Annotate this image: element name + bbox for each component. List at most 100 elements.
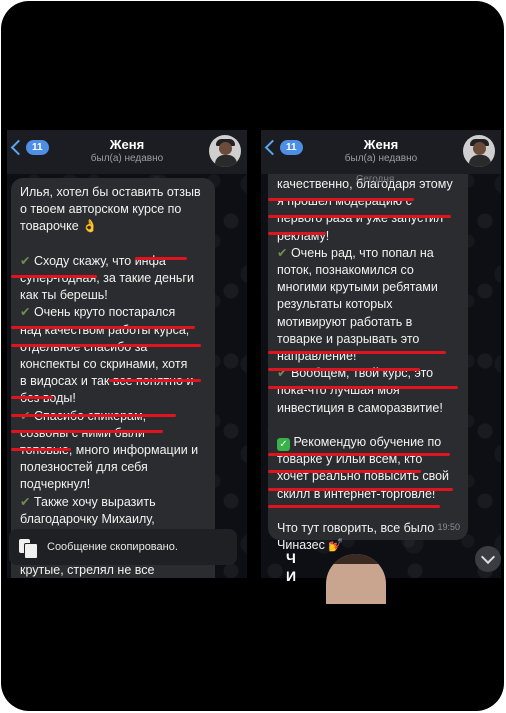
message-line: инвестиция в саморазвитие! (277, 400, 459, 417)
chat-header: 11 Женя был(а) недавно (7, 130, 247, 174)
message-text: Очень рад, что попал на (290, 245, 434, 260)
highlight-underline (268, 505, 440, 508)
message-text: Очень круто постарался (33, 305, 176, 320)
message-line: ✔ Также хочу выразить (20, 494, 206, 511)
message-line: первого раза и уже запустил (277, 210, 459, 227)
message-text: рекламу! (277, 228, 330, 243)
highlight-underline (268, 368, 420, 371)
message-line: ✔ Очень круто постарался (20, 304, 206, 321)
message-line: подчеркнул! (20, 476, 206, 493)
message-line: я прошел модерацию с (277, 193, 459, 210)
message-text: Илья, хотел бы оставить отзыв (20, 185, 201, 199)
highlight-underline (268, 488, 453, 491)
message-line: созвоны с ними были (20, 425, 206, 442)
message-text: я прошел модерацию с (277, 194, 412, 209)
message-time: 19:50 (437, 521, 460, 532)
highlight-underline (109, 379, 201, 382)
peek-line: Ч (286, 550, 296, 566)
check-icon: ✔ (20, 253, 34, 268)
screenshot-frame: 11 Женя был(а) недавно Илья, хотел бы ос… (1, 1, 504, 711)
message-line: отдельное спасибо за (20, 339, 206, 356)
check-icon: ✔ (20, 305, 34, 320)
message-line: поток, познакомился со (277, 262, 459, 279)
message-line: благодарочку Михаилу, (20, 511, 206, 528)
message-line: Илья, хотел бы оставить отзыв (20, 184, 206, 201)
date-label: Сегодня (356, 174, 395, 185)
avatar[interactable] (463, 135, 495, 167)
highlight-underline (135, 257, 187, 260)
message-text: Также хочу выразить (33, 494, 156, 509)
message-line: товарке и разрывать это (277, 331, 459, 348)
message-text: товарке и разрывать это (277, 331, 420, 346)
message-text: Что тут говорить, все было (277, 521, 435, 536)
message-line: Чиназес 💅 (277, 537, 459, 554)
message-line: как ты берешь! (20, 287, 206, 304)
highlight-underline (268, 351, 446, 354)
message-text: результаты которых (277, 297, 393, 312)
message-text (20, 237, 23, 251)
check-icon: ✔ (20, 494, 34, 509)
highlight-underline (268, 215, 451, 218)
message-text: Сходу скажу, что инфа (33, 253, 166, 268)
message-line: многими крутыми ребятами (277, 279, 459, 296)
chat-header: 11 Женя был(а) недавно (261, 130, 501, 174)
highlight-underline (268, 453, 450, 456)
message-text: о твоем авторском курсе по (20, 202, 182, 217)
message-text: Рекомендую обучение по (293, 435, 442, 450)
highlight-underline (11, 430, 163, 433)
message-text: полезностей для себя (20, 460, 148, 475)
message-text: благодарочку Михаилу, (20, 511, 155, 526)
check-icon: ✔ (277, 245, 291, 260)
message-text: как ты берешь! (20, 288, 108, 303)
message-line: над качеством работы курса, (20, 322, 206, 339)
message-line: товарочке 👌 (20, 218, 206, 235)
message-line: ✔ Очень рад, что попал на (277, 245, 459, 262)
message-line: полезностей для себя (20, 459, 206, 476)
message-text (277, 418, 280, 432)
message-line: Что тут говорить, все было (277, 520, 459, 537)
message-bubble[interactable]: Илья, хотел бы оставить отзыв о твоем авт… (11, 178, 215, 578)
next-photo-peek (326, 554, 386, 604)
message-line: без воды! (20, 390, 206, 407)
avatar[interactable] (209, 135, 241, 167)
message-line: рекламу! (277, 228, 459, 245)
message-line (277, 417, 459, 434)
message-text: над качеством работы курса, (20, 322, 190, 337)
message-text: многими крутыми ребятами (277, 280, 438, 295)
message-line: о твоем авторском курсе по (20, 201, 206, 218)
highlight-underline (11, 344, 201, 347)
message-text: подчеркнул! (20, 477, 91, 492)
message-text: супер-годная, за такие деньги (20, 271, 194, 286)
chevron-down-icon (480, 549, 496, 565)
message-line: ✔ Сходу скажу, что инфа (20, 253, 206, 270)
message-text: первого раза и уже запустил (277, 211, 444, 226)
message-text: конспекты со скринами, хотя (20, 357, 188, 372)
message-line (20, 236, 206, 253)
highlight-underline (11, 448, 71, 451)
highlight-underline (11, 414, 176, 417)
highlight-underline (11, 396, 53, 399)
copy-icon (19, 537, 39, 559)
highlight-underline (268, 386, 458, 389)
chat-panel-left: 11 Женя был(а) недавно Илья, хотел бы ос… (7, 130, 247, 578)
message-text: инвестиция в саморазвитие! (277, 400, 443, 415)
message-line: мотивируют работать в (277, 314, 459, 331)
highlight-underline (268, 470, 421, 473)
peek-line: И (286, 568, 297, 584)
toast-text: Сообщение скопировано. (47, 541, 178, 553)
chat-panel-right: Сегодня качественно, благодаря этому я пр… (261, 130, 501, 578)
scroll-down-button[interactable] (475, 546, 501, 572)
next-message-peek: ЧИ (286, 549, 296, 585)
message-line: супер-годная, за такие деньги (20, 270, 206, 287)
highlight-underline (11, 326, 195, 329)
message-text: крутые, стрелял не все (20, 563, 155, 578)
message-bubble[interactable]: качественно, благодаря этому я прошел мод… (268, 160, 468, 552)
check-box-icon: ✓ (277, 438, 290, 452)
copied-toast: Сообщение скопировано. (9, 529, 237, 565)
message-text: мотивируют работать в (277, 314, 413, 329)
highlight-underline (268, 232, 326, 235)
message-line: конспекты со скринами, хотя (20, 356, 206, 373)
message-line: ✓ Рекомендую обучение по (277, 434, 459, 452)
message-text: поток, познакомился со (277, 263, 414, 278)
message-text: товарочке 👌 (20, 219, 98, 234)
